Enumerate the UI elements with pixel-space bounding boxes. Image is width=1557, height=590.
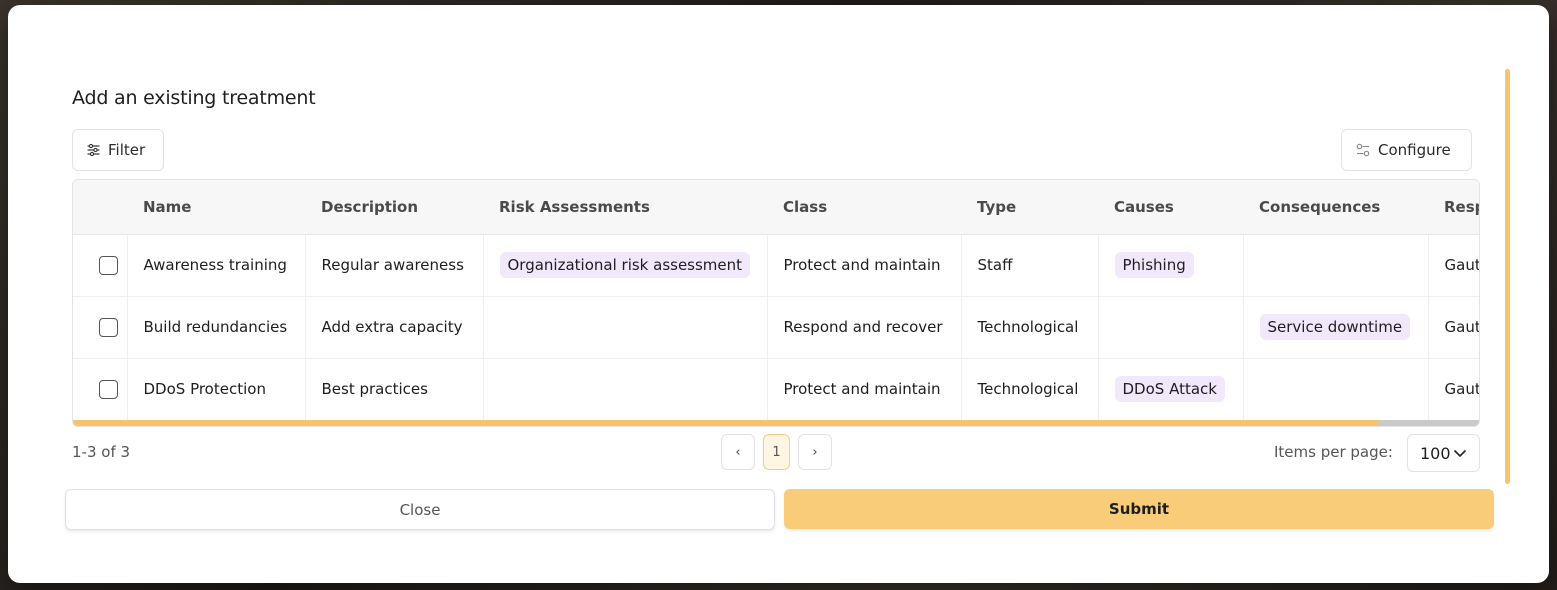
cell-risk-assessments	[483, 358, 768, 420]
cell-responsible: Gaut	[1444, 380, 1480, 399]
cell-description: Regular awareness	[305, 234, 484, 297]
table-header-row: Name Description Risk Assessments Class …	[73, 180, 1479, 235]
cell-consequences	[1243, 234, 1429, 297]
cell-causes	[1098, 296, 1244, 359]
items-per-page-value: 100	[1420, 443, 1451, 463]
pagination-range: 1-3 of 3	[72, 443, 131, 461]
column-header-responsible[interactable]: Resp	[1428, 180, 1479, 235]
cell-name: Build redundancies	[127, 296, 306, 359]
column-header-causes[interactable]: Causes	[1098, 180, 1243, 235]
cell-description: Add extra capacity	[305, 296, 484, 359]
risk-assessment-tag: Organizational risk assessment	[499, 252, 751, 278]
treatments-table: Name Description Risk Assessments Class …	[72, 179, 1480, 427]
previous-page-button[interactable]: ‹	[721, 434, 755, 470]
modal-scrollbar[interactable]	[1505, 69, 1510, 484]
chevron-left-icon: ‹	[735, 444, 741, 460]
next-page-button[interactable]: ›	[798, 434, 832, 470]
select-column-header	[73, 180, 127, 235]
modal-title: Add an existing treatment	[72, 87, 316, 109]
chevron-down-icon	[1453, 449, 1467, 457]
cell-responsible: Gaut	[1428, 234, 1479, 297]
row-checkbox[interactable]	[99, 255, 118, 275]
cell-name: Awareness training	[127, 234, 306, 297]
configure-button[interactable]: Configure	[1341, 129, 1472, 171]
settings-sliders-icon	[1356, 143, 1370, 157]
table-horizontal-scrollbar-thumb[interactable]	[73, 420, 1379, 426]
cell-consequences: Service downtime	[1243, 296, 1429, 359]
column-header-risk-assessments[interactable]: Risk Assessments	[483, 180, 767, 235]
configure-label: Configure	[1378, 141, 1451, 159]
table-row[interactable]: Awareness training Regular awareness Org…	[73, 234, 1479, 297]
column-header-type[interactable]: Type	[961, 180, 1098, 235]
close-button[interactable]: Close	[65, 489, 775, 530]
submit-button[interactable]: Submit	[784, 489, 1494, 529]
cell-consequences	[1243, 358, 1429, 420]
table-row[interactable]: Build redundancies Add extra capacity Re…	[73, 296, 1479, 359]
filter-button[interactable]: Filter	[72, 129, 164, 171]
row-checkbox[interactable]	[99, 379, 118, 399]
items-per-page-select[interactable]: 100	[1407, 434, 1480, 472]
column-header-class[interactable]: Class	[767, 180, 961, 235]
column-header-description[interactable]: Description	[305, 180, 483, 235]
filter-label: Filter	[108, 141, 146, 159]
cell-type: Staff	[961, 234, 1099, 297]
row-checkbox[interactable]	[99, 317, 118, 337]
add-treatment-modal: Add an existing treatment Filter Configu…	[8, 5, 1549, 583]
cell-class: Protect and maintain	[767, 358, 962, 420]
filter-icon	[87, 144, 100, 156]
cell-risk-assessments	[483, 296, 768, 359]
pagination: ‹ 1 ›	[721, 434, 832, 470]
consequence-tag: Service downtime	[1259, 314, 1411, 340]
cell-risk-assessments: Organizational risk assessment	[483, 234, 768, 297]
items-per-page-label: Items per page:	[1274, 443, 1393, 461]
cell-name: DDoS Protection	[127, 358, 306, 420]
cause-tag: Phishing	[1114, 252, 1194, 278]
column-header-consequences[interactable]: Consequences	[1243, 180, 1428, 235]
cell-description: Best practices	[305, 358, 484, 420]
table-row[interactable]: DDoS Protection Best practices Protect a…	[73, 358, 1480, 420]
cause-tag: DDoS Attack	[1114, 376, 1225, 403]
cell-class: Protect and maintain	[767, 234, 962, 297]
cell-causes: Phishing	[1098, 234, 1244, 297]
cell-type: Technological	[961, 296, 1099, 359]
cell-class: Respond and recover	[767, 296, 962, 359]
chevron-right-icon: ›	[812, 444, 818, 460]
cell-responsible: Gaut	[1428, 296, 1479, 359]
column-header-name[interactable]: Name	[127, 180, 305, 235]
cell-type: Technological	[961, 358, 1099, 420]
cell-causes: DDoS Attack	[1098, 358, 1244, 420]
page-button-1[interactable]: 1	[763, 434, 790, 470]
